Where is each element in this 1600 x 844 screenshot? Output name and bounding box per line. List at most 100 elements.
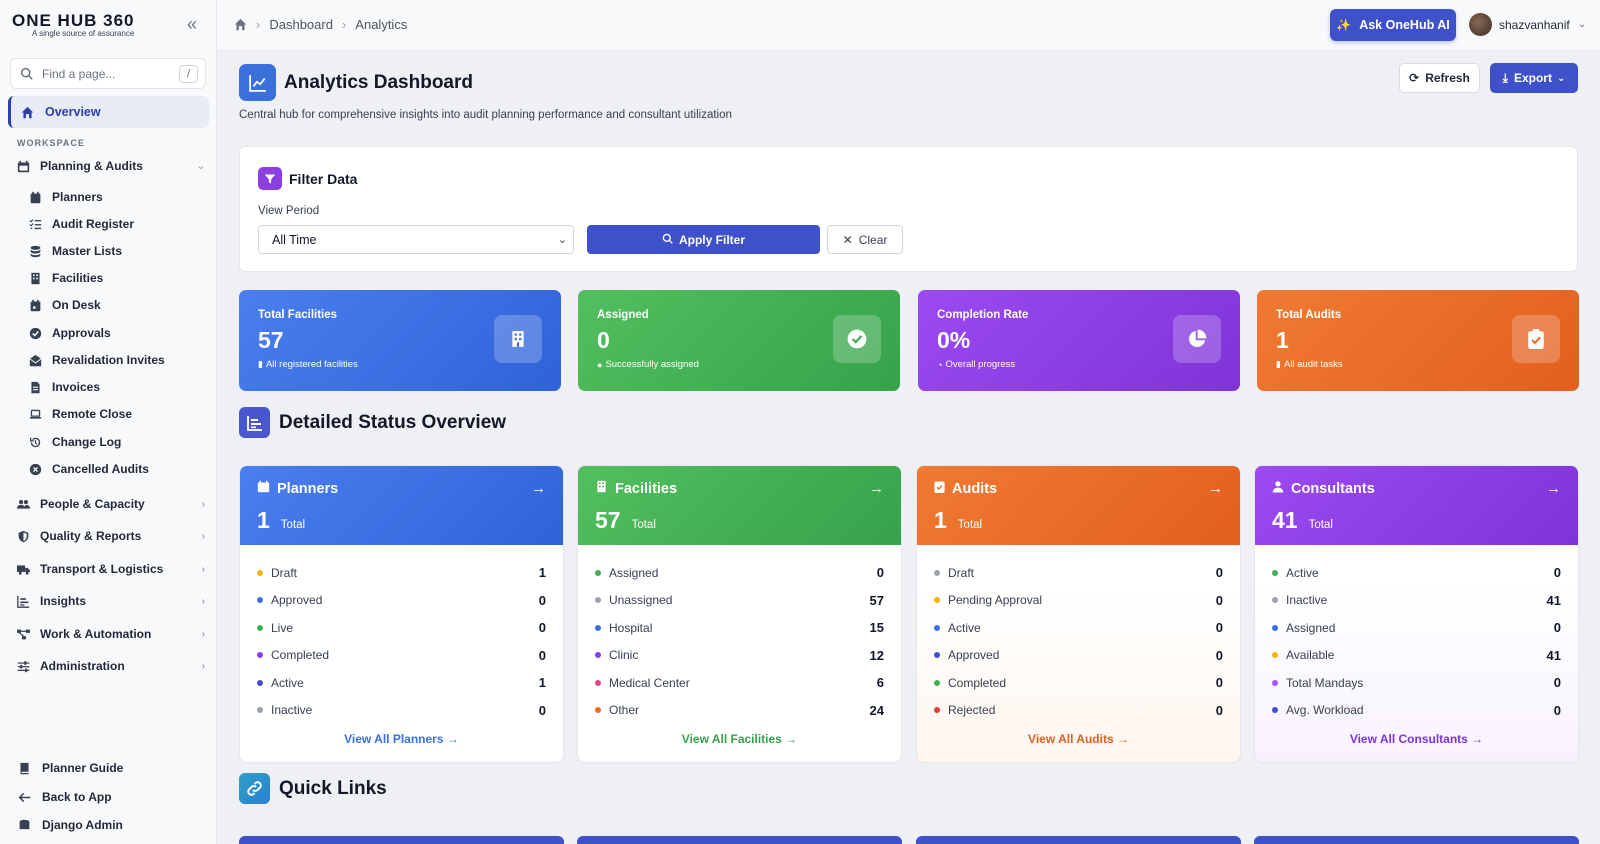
status-row-label: Other [609,703,640,718]
status-row-label: Approved [271,593,323,608]
clipboard-icon: ▮ [1276,359,1281,369]
card-rows: Active 0 Inactive 41 Assigned 0 Available 41 Tot… [1255,545,1578,724]
sidebar-item-remote-close[interactable]: Remote Close [29,407,132,421]
arrow-right-icon[interactable]: → [1208,480,1223,497]
status-dot-icon [1272,569,1278,576]
shield-icon [17,530,30,543]
sidebar-item-master-lists[interactable]: Master Lists [29,244,122,258]
view-period-select[interactable]: All Time ⌄ [258,225,574,254]
page-search[interactable]: Find a page... / [10,58,206,89]
sidebar-group-automation[interactable]: Work & Automation › [17,627,205,641]
stat-card-total-audits[interactable]: Total Audits 1 ▮ All audit tasks [1257,290,1579,391]
chart-line-icon [239,64,276,101]
status-dot-icon [1272,597,1278,604]
stat-note-text: Successfully assigned [605,359,699,370]
status-row: Hospital 15 [595,614,884,642]
home-icon[interactable] [234,18,247,31]
stat-card-assigned[interactable]: Assigned 0 ● Successfully assigned [578,290,900,391]
status-dot-icon [934,679,940,686]
sidebar-group-administration[interactable]: Administration › [17,659,205,673]
sidebar-group-planning[interactable]: Planning & Audits ⌄ [17,159,205,173]
view-all-facilities-link[interactable]: View All Facilities → [578,732,901,746]
search-placeholder: Find a page... [42,66,116,81]
sidebar-item-cancelled-audits[interactable]: Cancelled Audits [29,462,149,476]
view-all-consultants-link[interactable]: View All Consultants → [1255,732,1578,746]
status-row: Medical Center 6 [595,669,884,697]
arrow-right-icon[interactable]: → [869,480,884,497]
user-menu[interactable]: shazvanhanif ⌄ [1469,13,1586,36]
stat-card-total-facilities[interactable]: Total Facilities 57 ▮ All registered faci… [239,290,561,391]
view-all-audits-link[interactable]: View All Audits → [917,732,1240,746]
sidebar-item-change-log[interactable]: Change Log [29,435,121,449]
calendar-icon [257,480,270,497]
username: shazvanhanif [1499,17,1570,32]
sidebar-group-insights[interactable]: Insights › [17,594,205,608]
arrow-right-icon[interactable]: → [531,480,546,497]
chevron-right-icon: › [201,530,205,542]
status-dot-icon [934,652,940,659]
sidebar-item-back-to-app[interactable]: Back to App [18,790,112,804]
stat-card-completion-rate[interactable]: Completion Rate 0% ◔ Overall progress [918,290,1240,391]
sliders-icon [17,660,30,673]
status-dot-icon [595,679,601,686]
quick-link-card[interactable] [577,836,902,844]
status-row: Inactive 41 [1272,587,1561,615]
view-all-planners-link[interactable]: View All Planners → [240,732,563,746]
status-row-value: 0 [538,702,546,718]
sidebar-item-facilities[interactable]: Facilities [29,271,103,285]
status-dot-icon [257,707,263,714]
status-row: Approved 0 [257,587,546,615]
status-dot-icon [257,679,263,686]
database-icon [29,245,42,258]
view-period-label: View Period [258,205,320,217]
sidebar-item-on-desk[interactable]: On Desk [29,298,101,312]
export-button[interactable]: ⤓ Export ⌄ [1490,63,1578,93]
status-row: Active 0 [1272,559,1561,587]
quick-link-card[interactable] [239,836,564,844]
status-row: Active 1 [257,669,546,697]
calendar-icon [29,191,42,204]
status-dot-icon [595,569,601,576]
card-total: 1 [934,507,947,533]
status-row: Assigned 0 [1272,614,1561,642]
calendar-day-icon [29,299,42,312]
sidebar-item-label: Planner Guide [42,761,124,775]
sidebar-group-quality[interactable]: Quality & Reports › [17,529,205,543]
apply-filter-button[interactable]: Apply Filter [587,225,820,254]
x-circle-icon [29,463,42,476]
collapse-sidebar-icon[interactable]: « [187,15,197,33]
sidebar-item-label: Cancelled Audits [52,462,149,476]
breadcrumb-dashboard[interactable]: Dashboard [269,17,333,32]
refresh-button[interactable]: ⟳ Refresh [1399,63,1480,93]
clear-filter-button[interactable]: ✕ Clear [827,225,903,254]
sidebar-item-audit-register[interactable]: Audit Register [29,217,134,231]
sidebar-item-revalidation-invites[interactable]: Revalidation Invites [29,353,165,367]
status-row: Approved 0 [934,642,1223,670]
status-row-label: Available [1286,648,1335,663]
logo[interactable]: ONE HUB 360 A single source of assurance [12,12,134,39]
quick-link-card[interactable] [916,836,1241,844]
status-row-value: 0 [538,647,546,663]
status-card-planners: Planners → 1 Total Draft 1 Approved 0 Live 0 Co… [239,465,564,763]
sidebar-item-approvals[interactable]: Approvals [29,326,111,340]
status-dot-icon [1272,679,1278,686]
arrow-right-icon[interactable]: → [1546,480,1561,497]
sidebar-group-people[interactable]: People & Capacity › [17,497,205,511]
sidebar-item-invoices[interactable]: Invoices [29,380,100,394]
section-title-quick-links: Quick Links [279,778,387,799]
quick-link-card[interactable] [1254,836,1579,844]
status-row-value: 0 [1215,702,1223,718]
list-check-icon [29,218,42,231]
status-dot-icon [595,707,601,714]
sidebar-group-transport[interactable]: Transport & Logistics › [17,562,205,576]
status-row-value: 0 [1553,702,1561,718]
ask-ai-button[interactable]: ✨ Ask OneHub AI [1330,9,1456,41]
sidebar-item-overview[interactable]: Overview [8,96,209,128]
user-tie-icon [1272,480,1284,497]
sidebar-item-django-admin[interactable]: Django Admin [18,818,123,832]
sidebar-item-planners[interactable]: Planners [29,190,103,204]
sidebar-item-label: Audit Register [52,217,135,231]
sidebar-item-planner-guide[interactable]: Planner Guide [18,761,123,775]
status-row-value: 57 [869,592,884,608]
sidebar-item-label: Approvals [52,326,111,340]
